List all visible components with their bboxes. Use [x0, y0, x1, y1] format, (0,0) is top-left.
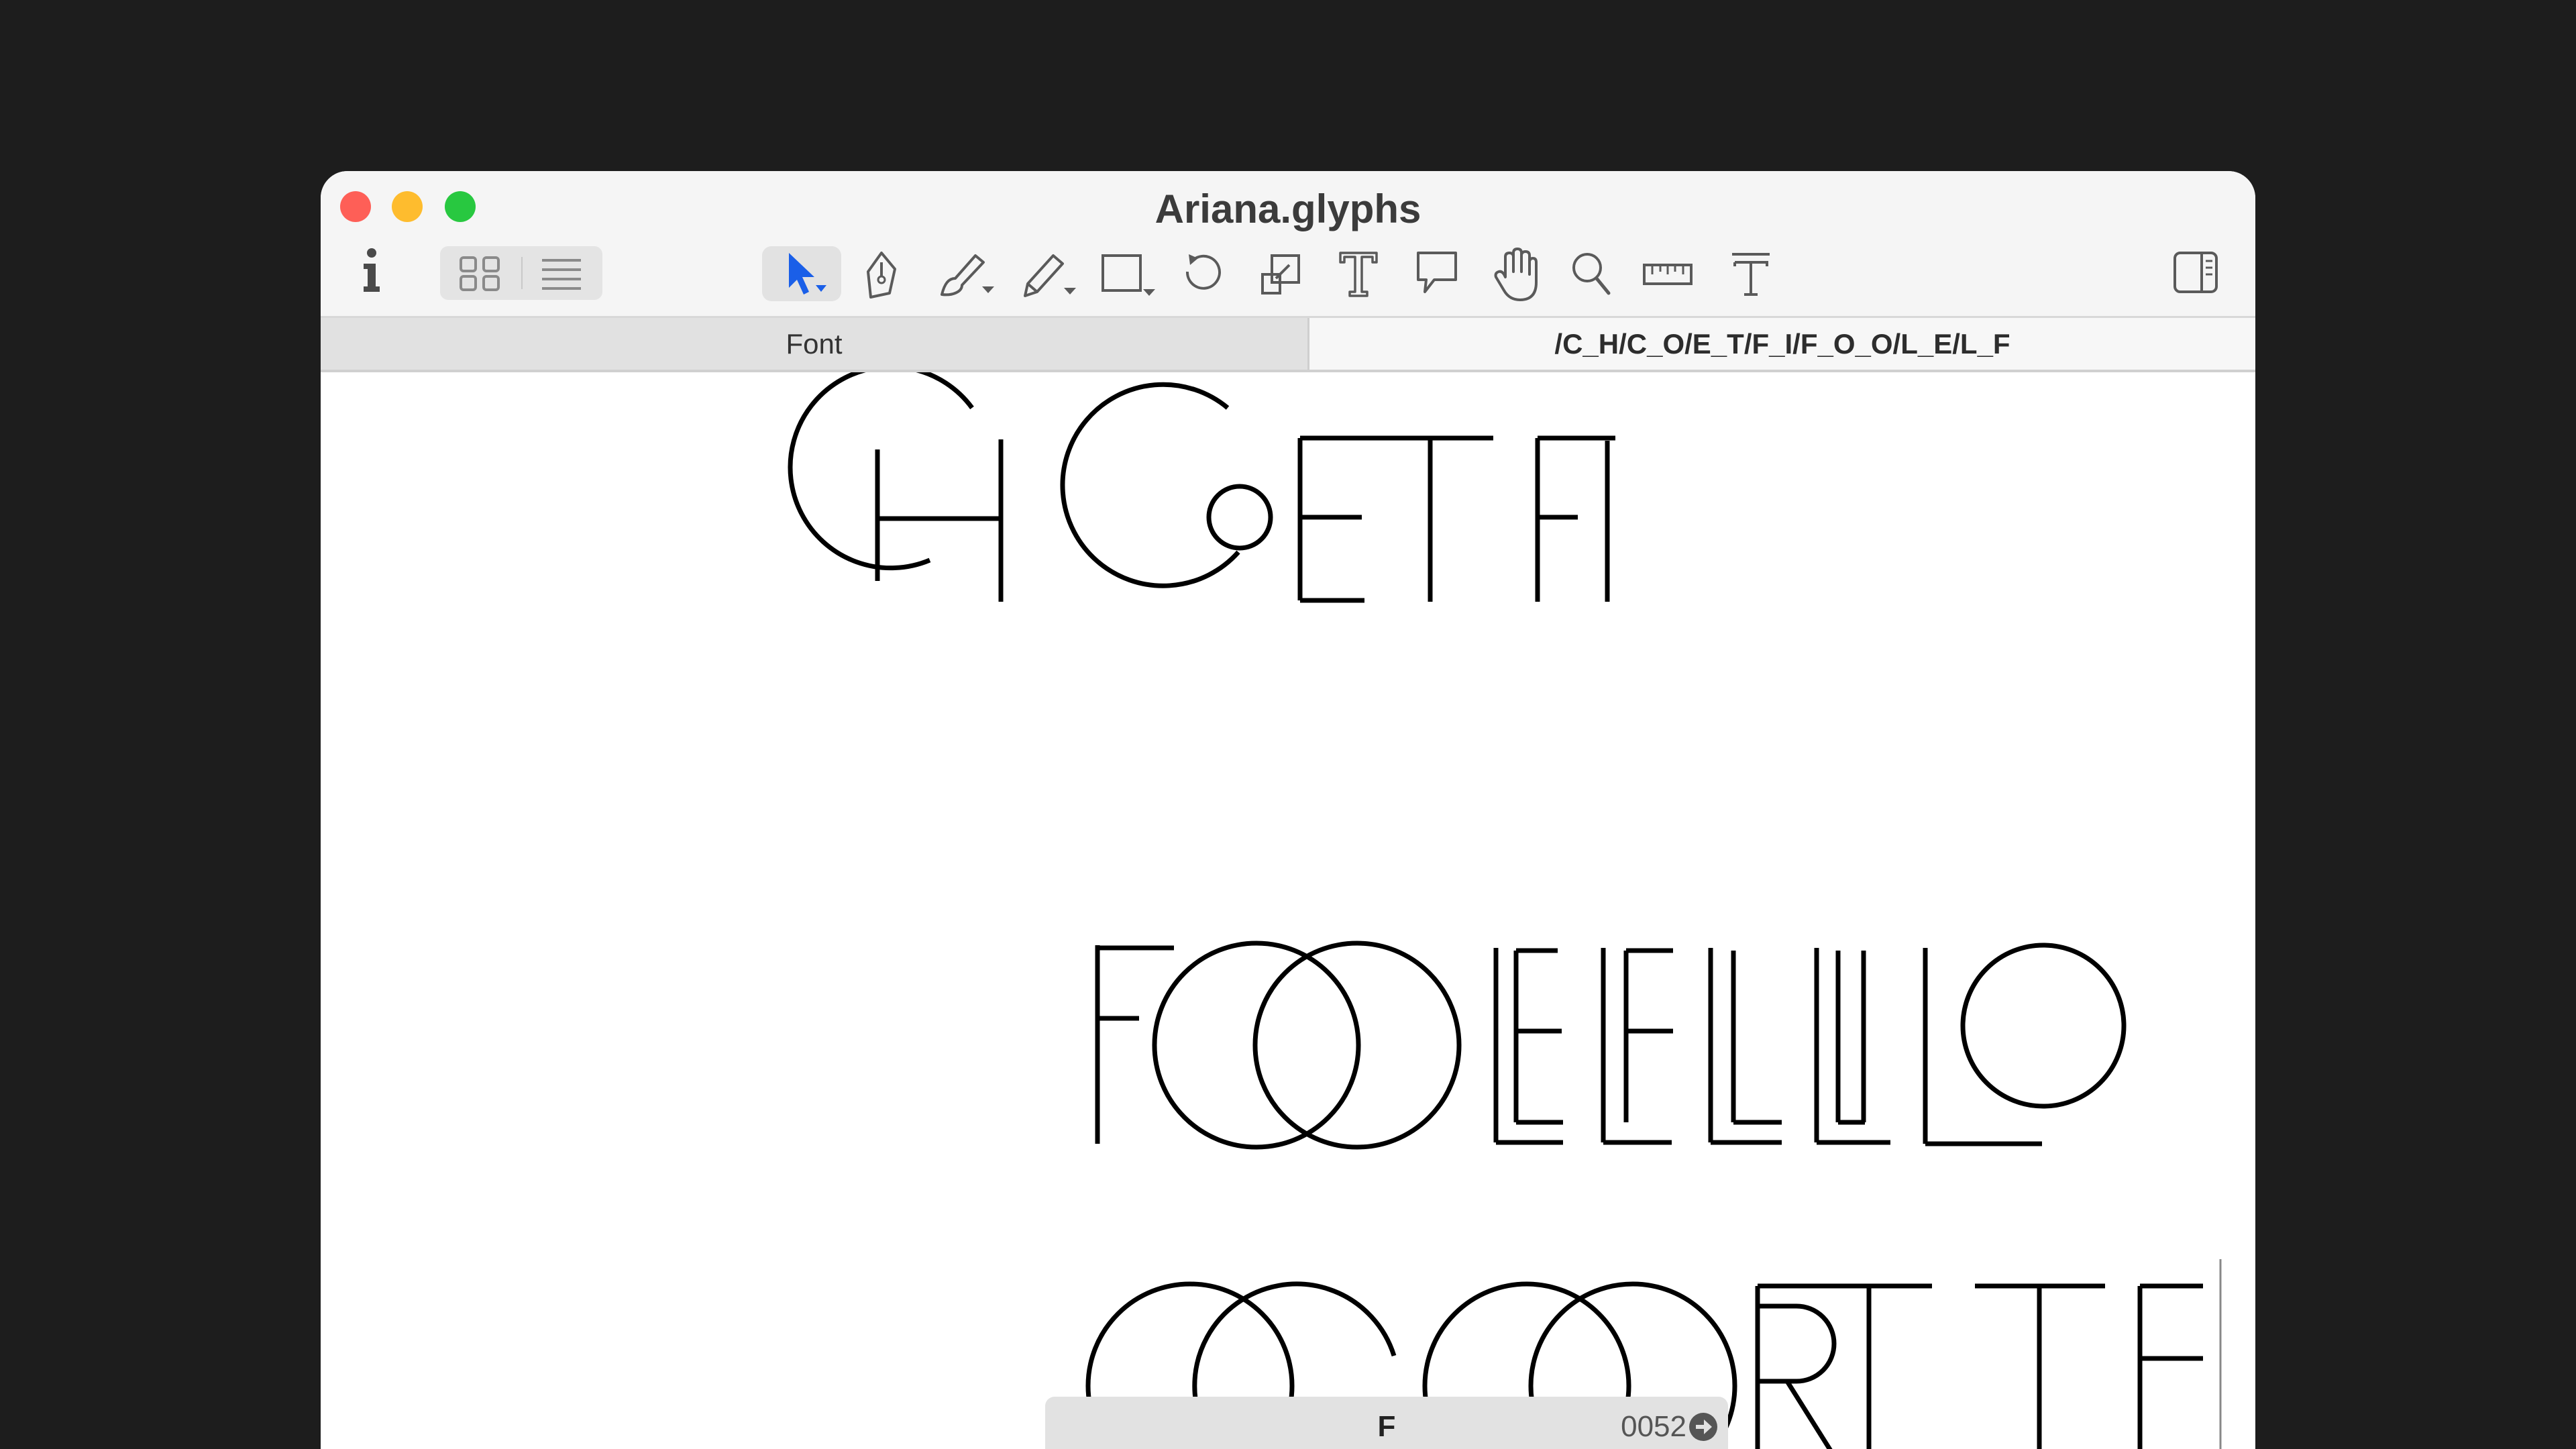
zoom-tool-button[interactable]	[1570, 250, 1613, 299]
glyph-l-l[interactable]	[1708, 948, 1782, 1145]
text-tool-icon	[1339, 252, 1378, 297]
grid-view-button[interactable]	[459, 256, 500, 292]
brush-tool-button[interactable]	[938, 249, 998, 300]
view-mode-segmented-control	[440, 246, 602, 300]
edit-canvas[interactable]	[321, 372, 2255, 1449]
glyph-c-o[interactable]	[1060, 382, 1273, 588]
tab-edit-string[interactable]: /C_H/C_O/E_T/F_I/F_O_O/L_E/L_F	[1309, 318, 2255, 370]
grid-view-icon	[460, 256, 500, 291]
tab-bar: Font /C_H/C_O/E_T/F_I/F_O_O/L_E/L_F	[321, 316, 2255, 372]
text-tool-button[interactable]	[1338, 250, 1379, 299]
rotate-tool-icon	[1185, 254, 1221, 290]
glyph-c-h[interactable]	[788, 372, 1004, 602]
pencil-tool-icon	[1024, 254, 1076, 297]
glyph-t[interactable]	[1975, 1283, 2105, 1449]
glyph-f[interactable]	[2137, 1283, 2203, 1449]
metrics-tool-icon	[1732, 253, 1770, 296]
glyph-edit-view[interactable]	[321, 372, 2255, 1449]
window-title: Ariana.glyphs	[1155, 186, 1421, 231]
glyph-f-o-o[interactable]	[1095, 941, 1462, 1150]
arrow-right-circle-icon[interactable]	[1688, 1411, 1719, 1442]
tab-font[interactable]: Font	[321, 318, 1309, 370]
pencil-tool-button[interactable]	[1020, 249, 1080, 300]
glyph-info-bar: F 0052	[1045, 1397, 1728, 1449]
brush-tool-icon	[941, 254, 994, 297]
scale-tool-button[interactable]	[1260, 252, 1303, 299]
rotate-tool-button[interactable]	[1181, 252, 1221, 299]
annotation-tool-icon	[1417, 252, 1457, 293]
glyph-l-o[interactable]	[1923, 943, 2127, 1146]
annotation-tool-button[interactable]	[1415, 250, 1458, 299]
rectangle-tool-button[interactable]	[1100, 252, 1161, 300]
pen-tool-button[interactable]	[861, 249, 902, 300]
glyph-unicode-label: 0052	[1621, 1410, 1686, 1443]
measure-tool-button[interactable]	[1642, 261, 1693, 288]
scale-tool-icon	[1261, 254, 1300, 294]
info-button[interactable]	[358, 244, 385, 294]
glyph-e-t[interactable]	[1297, 435, 1493, 603]
titlebar: Ariana.glyphs	[321, 171, 2255, 316]
zoom-tool-icon	[1572, 253, 1611, 295]
metrics-tool-button[interactable]	[1729, 250, 1772, 299]
sidebar-toggle-icon	[2174, 252, 2218, 293]
glyph-l-l-2[interactable]	[1814, 948, 1890, 1145]
hand-tool-button[interactable]	[1493, 246, 1538, 303]
segment-divider	[521, 257, 523, 289]
rectangle-tool-icon	[1102, 254, 1155, 296]
pen-tool-icon	[867, 252, 896, 299]
hand-tool-icon	[1494, 248, 1538, 301]
select-tool-icon	[789, 253, 826, 294]
app-window: Ariana.glyphs Font /C_H/C_O/E_T/F_I/F_O_…	[321, 171, 2255, 1449]
sidebar-toggle-button[interactable]	[2172, 249, 2219, 296]
glyph-l-f[interactable]	[1601, 948, 1673, 1145]
info-icon	[364, 248, 380, 292]
glyph-f-i[interactable]	[1535, 435, 1615, 602]
measure-tool-icon	[1643, 264, 1693, 285]
select-tool-button[interactable]	[784, 250, 832, 299]
glyph-r-t[interactable]	[1755, 1283, 1932, 1449]
glyph-l-e[interactable]	[1493, 948, 1563, 1145]
list-view-button[interactable]	[541, 257, 582, 290]
list-view-icon	[542, 259, 581, 290]
